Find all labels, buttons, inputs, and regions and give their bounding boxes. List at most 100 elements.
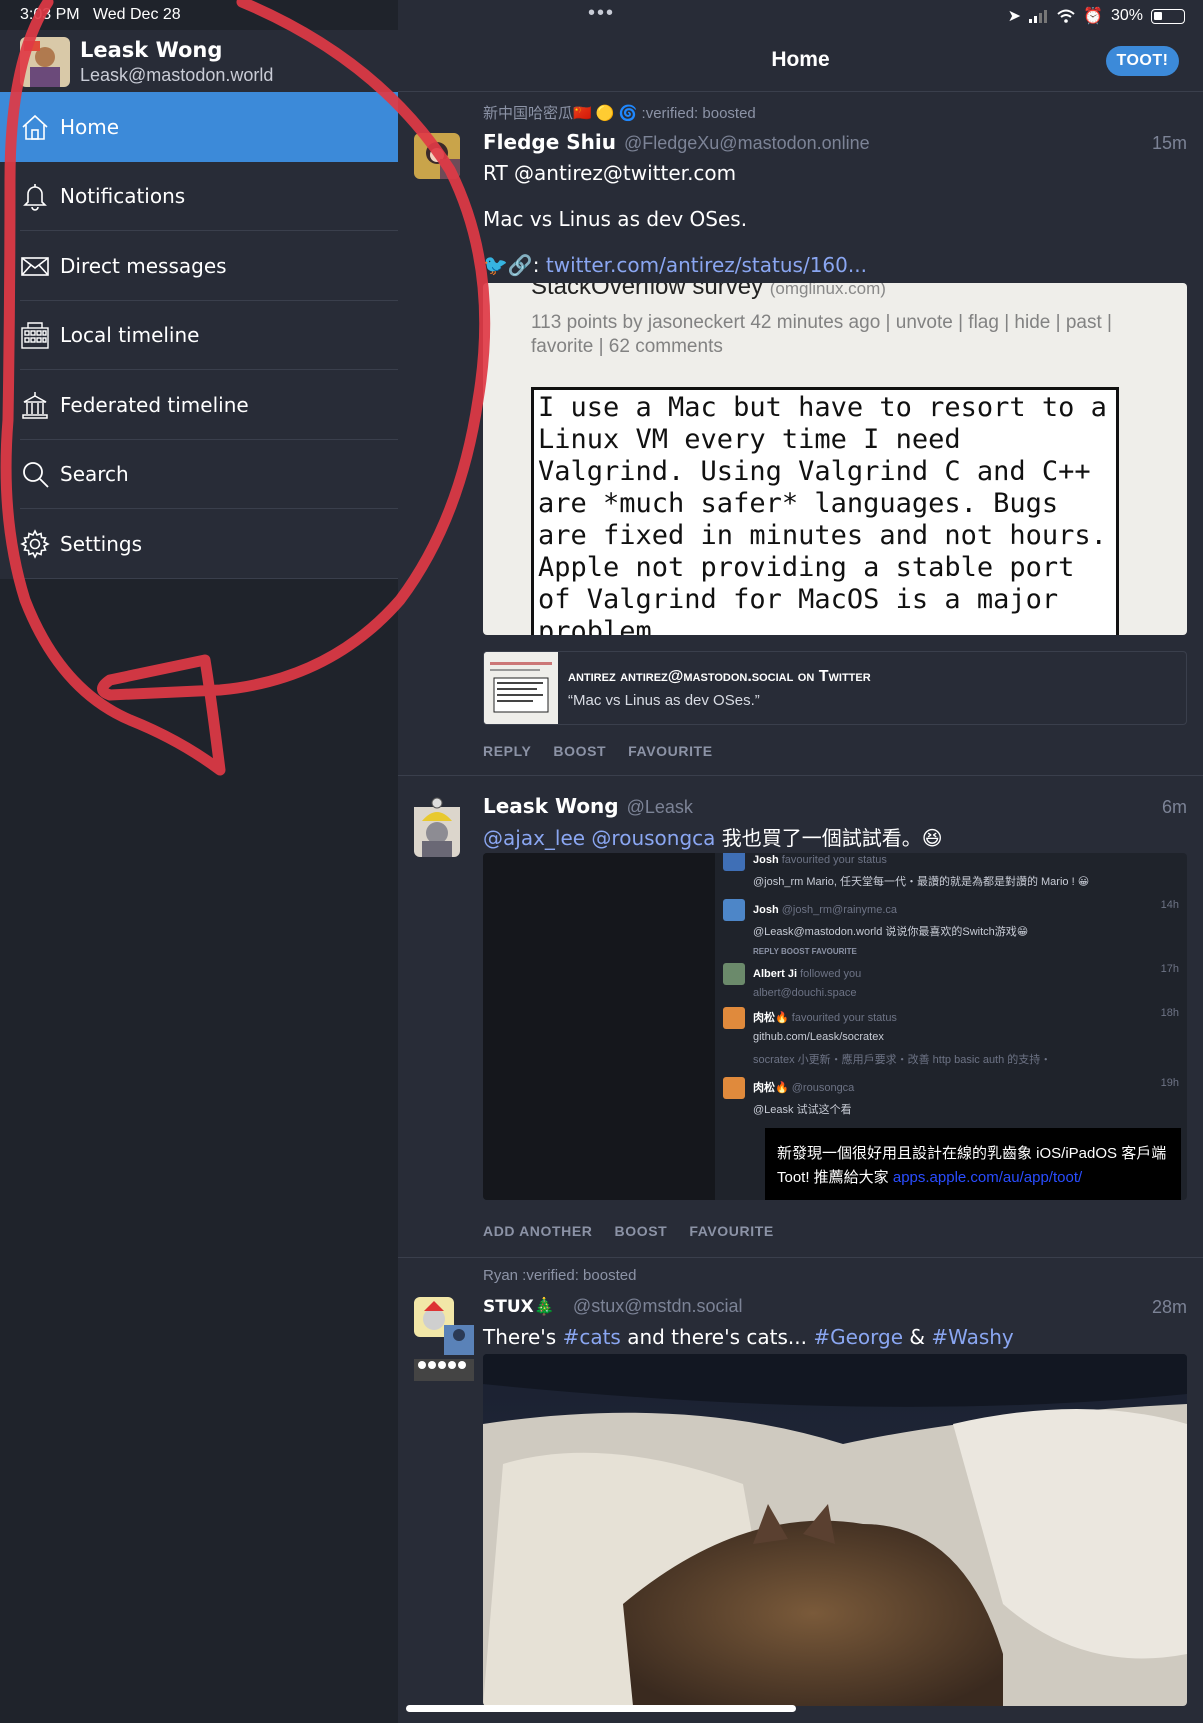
hashtag-link[interactable]: #cats (563, 1325, 621, 1349)
status-actions: ADD ANOTHER BOOST FAVOURITE (483, 1223, 774, 1239)
avatar (723, 1007, 745, 1029)
author-name: Leask Wong (483, 794, 619, 818)
link-prefix: 🐦🔗: (483, 253, 546, 277)
image-headline: StackOverflow survey (omglinux.com) (531, 283, 886, 301)
hashtag-link[interactable]: #Washy (931, 1325, 1013, 1349)
page-title: Home (771, 48, 830, 71)
envelope-icon (21, 256, 49, 276)
sidebar-item-label: Direct messages (60, 253, 227, 278)
alarm-icon: ⏰ (1083, 8, 1103, 25)
author-name: Fledge Shiu (483, 130, 616, 154)
status-item[interactable]: 新中国哈密瓜🇨🇳 🟡 🌀 :verified: boosted Fledge S… (398, 93, 1203, 776)
author-acct: @Leask (626, 797, 693, 817)
list-item: Josh favourited your status @josh_rm Mari… (723, 853, 1187, 889)
sidebar-item-search[interactable]: Search (0, 440, 398, 510)
sidebar-item-label: Local timeline (60, 323, 200, 348)
location-icon: ➤ (1007, 8, 1022, 25)
main-header: Home TOOT! (398, 30, 1203, 92)
toot-button[interactable]: TOOT! (1106, 46, 1179, 76)
bank-icon (22, 391, 48, 419)
author-acct: @stux@mstdn.social (572, 1296, 743, 1316)
favourite-button[interactable]: FAVOURITE (628, 743, 712, 759)
notif-body: @Leask@mastodon.world 说说你最喜欢的Switch游戏😁 (753, 926, 1029, 938)
signal-icon (1029, 10, 1048, 23)
notif-note: socratex 小更新・應用戶要求・改善 http basic auth 的支… (753, 1054, 1052, 1066)
boost-button[interactable]: BOOST (553, 743, 606, 759)
status-link[interactable]: twitter.com/antirez/status/160... (546, 253, 867, 277)
home-timeline: Home TOOT! 新中国哈密瓜🇨🇳 🟡 🌀 :verified: boost… (398, 0, 1203, 1723)
media-black-panel (483, 853, 715, 1200)
sidebar-item-local-timeline[interactable]: Local timeline (0, 301, 398, 371)
status-author[interactable]: Fledge Shiu @FledgeXu@mastodon.online (483, 130, 870, 154)
profile-header[interactable]: Leask Wong Leask@mastodon.world (0, 30, 398, 92)
notif-sub: followed you (800, 967, 862, 980)
sidebar-item-notifications[interactable]: Notifications (0, 162, 398, 232)
sidebar-item-home[interactable]: Home (0, 92, 398, 162)
avatar (723, 853, 745, 871)
link-thumbnail (484, 652, 558, 724)
media-image[interactable]: StackOverflow survey (omglinux.com) 113 … (483, 283, 1187, 635)
boosted-by: Ryan :verified: boosted (483, 1267, 637, 1284)
sidebar-item-federated-timeline[interactable]: Federated timeline (0, 370, 398, 440)
cat-photo (483, 1354, 1187, 1706)
link-preview-card[interactable]: antirez antirez@mastodon.social on Twitt… (483, 651, 1187, 725)
author-name: STUX🎄 (483, 1297, 555, 1317)
notif-name: Josh (753, 853, 779, 866)
list-item: 肉松🔥 favourited your status 18h github.com/… (723, 1007, 1187, 1067)
avatar[interactable] (414, 797, 460, 857)
notif-body: albert@douchi.space (753, 987, 857, 999)
status-item[interactable]: Leask Wong @Leask 6m @ajax_lee @rousongca… (398, 777, 1203, 1258)
notif-body: github.com/Leask/socratex (753, 1031, 884, 1043)
sidebar-item-label: Notifications (60, 184, 186, 209)
hashtag-link[interactable]: #George (813, 1325, 903, 1349)
notif-time: 18h (1160, 1007, 1179, 1019)
status-text: There's #cats and there's cats... #Georg… (483, 1325, 1014, 1349)
media-image[interactable] (483, 1354, 1187, 1706)
multitask-dots-icon[interactable]: ••• (588, 2, 615, 25)
boosted-by: 新中国哈密瓜🇨🇳 🟡 🌀 :verified: boosted (483, 105, 756, 122)
sidebar-item-settings[interactable]: Settings (0, 509, 398, 579)
status-item[interactable]: Ryan :verified: boosted STUX🎄 @stux@mstdn… (398, 1259, 1203, 1723)
notif-name: 肉松🔥 (753, 1081, 789, 1094)
status-time: 6m (1161, 797, 1187, 817)
list-item: Albert Ji followed you 17h albert@douchi.s… (723, 963, 1187, 999)
status-body: and there's cats... (620, 1325, 814, 1349)
status-text: Mac vs Linus as dev OSes. (483, 207, 748, 231)
promo-banner: 新發現一個很好用且設計在線的乳齒象 iOS/iPadOS 客戶端 Toot! 推… (765, 1128, 1181, 1200)
promo-link: apps.apple.com/au/app/toot/ (892, 1169, 1083, 1186)
mention-link[interactable]: @ajax_lee @rousongca (483, 826, 715, 850)
status-body: There's (483, 1325, 563, 1349)
status-bar: 3:03 PM Wed Dec 28 ••• ➤ ⏰ 30% (0, 0, 1203, 30)
notif-body: @josh_rm Mario, 任天堂每一代・最讚的就是為都是對讚的 Mario… (753, 876, 1090, 888)
reply-button[interactable]: REPLY (483, 743, 531, 759)
status-text: 🐦🔗: twitter.com/antirez/status/160... (483, 253, 867, 277)
status-text: RT @antirez@twitter.com (483, 161, 737, 185)
notif-name: Albert Ji (753, 967, 798, 980)
home-indicator[interactable] (406, 1705, 796, 1712)
notif-time: 17h (1160, 963, 1179, 975)
notif-name: 肉松🔥 (753, 1011, 789, 1024)
sidebar-item-label: Home (60, 114, 120, 139)
notif-actions: REPLY BOOST FAVOURITE (753, 947, 857, 956)
status-author[interactable]: STUX🎄 @stux@mstdn.social (483, 1296, 743, 1317)
profile-name: Leask Wong (80, 38, 223, 62)
sidebar-nav: Home Notifications Direct messages Local… (0, 92, 398, 579)
media-screenshot[interactable]: Josh favourited your status @josh_rm Mari… (483, 853, 1187, 1200)
favourite-button[interactable]: FAVOURITE (689, 1223, 773, 1239)
status-actions: REPLY BOOST FAVOURITE (483, 743, 713, 759)
building-icon (21, 322, 49, 349)
add-another-button[interactable]: ADD ANOTHER (483, 1223, 593, 1239)
sidebar-item-direct-messages[interactable]: Direct messages (0, 231, 398, 301)
notif-time: 14h (1160, 899, 1179, 911)
battery-icon (1151, 8, 1185, 24)
list-item: Josh @josh_rm@rainyme.ca 14h @Leask@mastod… (723, 899, 1187, 956)
sidebar-item-label: Search (60, 462, 129, 487)
boost-button[interactable]: BOOST (615, 1223, 668, 1239)
avatar[interactable] (414, 133, 460, 179)
status-body: & (903, 1325, 932, 1349)
avatar[interactable] (414, 1297, 474, 1387)
notif-sub: @josh_rm@rainyme.ca (781, 903, 898, 916)
image-meta: 113 points by jasoneckert 42 minutes ago… (531, 312, 1112, 357)
status-author[interactable]: Leask Wong @Leask (483, 794, 693, 818)
app-root: Leask Wong Leask@mastodon.world Home Not… (0, 0, 1203, 1723)
